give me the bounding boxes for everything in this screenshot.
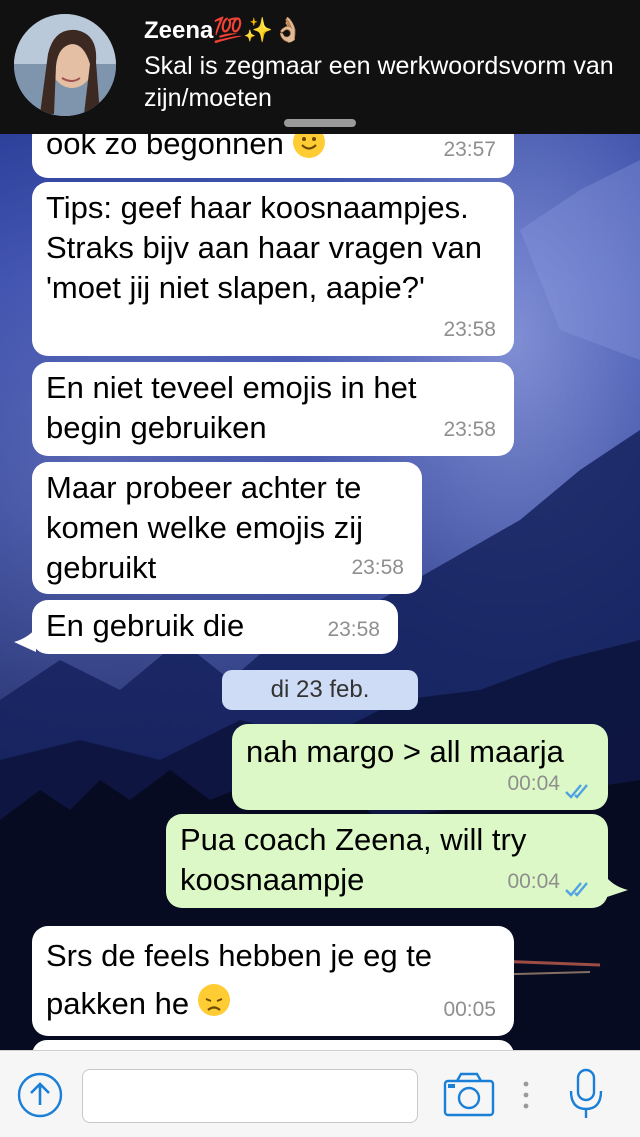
message-time: 23:57 (443, 138, 496, 161)
message-bubble[interactable]: En niet teveel emojis in het begin gebru… (32, 362, 514, 456)
message-time: 23:58 (443, 318, 496, 341)
message-bubble[interactable]: nah margo > all maarja 00:04 (232, 724, 608, 810)
message-time: 23:58 (351, 556, 404, 579)
disappointed-emoji-icon (197, 984, 230, 1016)
message-bubble[interactable]: Maar probeer achter te komen welke emoji… (32, 462, 422, 594)
message-time: 00:04 (507, 870, 560, 893)
drag-handle[interactable] (284, 119, 356, 127)
bubble-tail (604, 874, 628, 898)
message-text: Tips: geef haar koosnaampjes. Straks bij… (46, 190, 482, 305)
upload-icon[interactable] (16, 1071, 64, 1119)
message-text: Srs de feels hebben je eg te pakken he (46, 938, 433, 1021)
message-text: En niet teveel emojis in het begin gebru… (46, 370, 417, 445)
message-time: 00:05 (443, 998, 496, 1021)
avatar (14, 14, 116, 116)
microphone-icon[interactable] (566, 1067, 606, 1121)
message-time: 23:58 (327, 618, 380, 641)
notification-sender: Zeena💯✨👌🏼 (144, 17, 304, 44)
read-ticks-icon (565, 784, 588, 799)
notification-banner[interactable]: Zeena💯✨👌🏼 Skal is zegmaar een werkwoords… (0, 0, 640, 134)
bubble-tail (14, 628, 36, 652)
read-ticks-icon (565, 882, 588, 897)
message-bubble[interactable]: Srs de feels hebben je eg te pakken he 0… (32, 926, 514, 1036)
more-icon[interactable] (520, 1079, 532, 1111)
message-bubble[interactable]: Tips: geef haar koosnaampjes. Straks bij… (32, 182, 514, 356)
date-separator: di 23 feb. (222, 670, 418, 710)
camera-icon[interactable] (442, 1069, 496, 1119)
message-bubble[interactable]: En gebruik die 23:58 (32, 600, 398, 654)
notification-message: Skal is zegmaar een werkwoordsvorm van z… (144, 52, 614, 112)
message-time: 23:58 (443, 418, 496, 441)
message-bubble[interactable]: Pua coach Zeena, will try koosnaampje 00… (166, 814, 608, 908)
message-time: 00:04 (507, 772, 560, 795)
composer-bar (0, 1050, 640, 1137)
message-input[interactable] (82, 1069, 418, 1123)
